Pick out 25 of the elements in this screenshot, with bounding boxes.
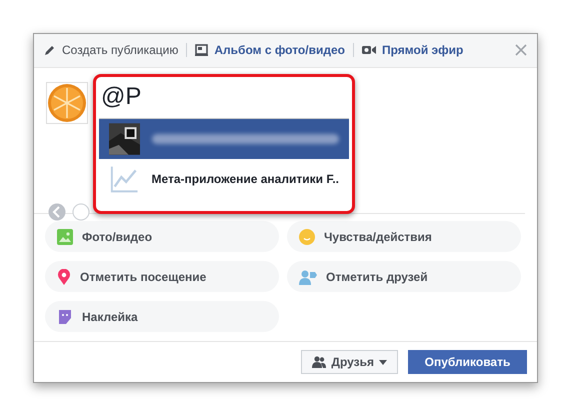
composer-option[interactable]: Фото/видео [45,221,279,252]
composer-option[interactable]: Чувства/действия [287,221,521,252]
tag-person-icon [299,268,317,284]
composer-option[interactable]: Наклейка [45,301,279,332]
pencil-icon [44,44,56,56]
photo-album-icon [195,44,208,56]
composer-option[interactable]: Отметить друзей [287,261,521,292]
suggestion-name: Мета-приложение аналитики F.. [151,172,339,186]
photo-icon [57,228,73,244]
composer-tab[interactable]: Прямой эфир [362,43,464,58]
caret-icon [379,360,387,364]
composer-tab[interactable]: Создать публикацию [44,43,178,58]
composer-option[interactable]: Отметить посещение [45,261,279,292]
smiley-icon [299,228,315,244]
close-icon[interactable] [515,44,527,56]
mention-suggestion[interactable] [99,118,349,159]
friends-icon [312,356,326,368]
location-pin-icon [57,268,71,284]
mention-suggestion[interactable]: Мета-приложение аналитики F.. [99,158,349,199]
video-camera-icon [362,45,376,56]
composer-tab[interactable]: Альбом с фото/видео [195,43,345,58]
audience-button[interactable]: Друзья [301,350,398,374]
publish-button[interactable]: Опубликовать [408,350,527,374]
citrus-slice-avatar [46,82,88,124]
sticker-icon [57,308,73,324]
